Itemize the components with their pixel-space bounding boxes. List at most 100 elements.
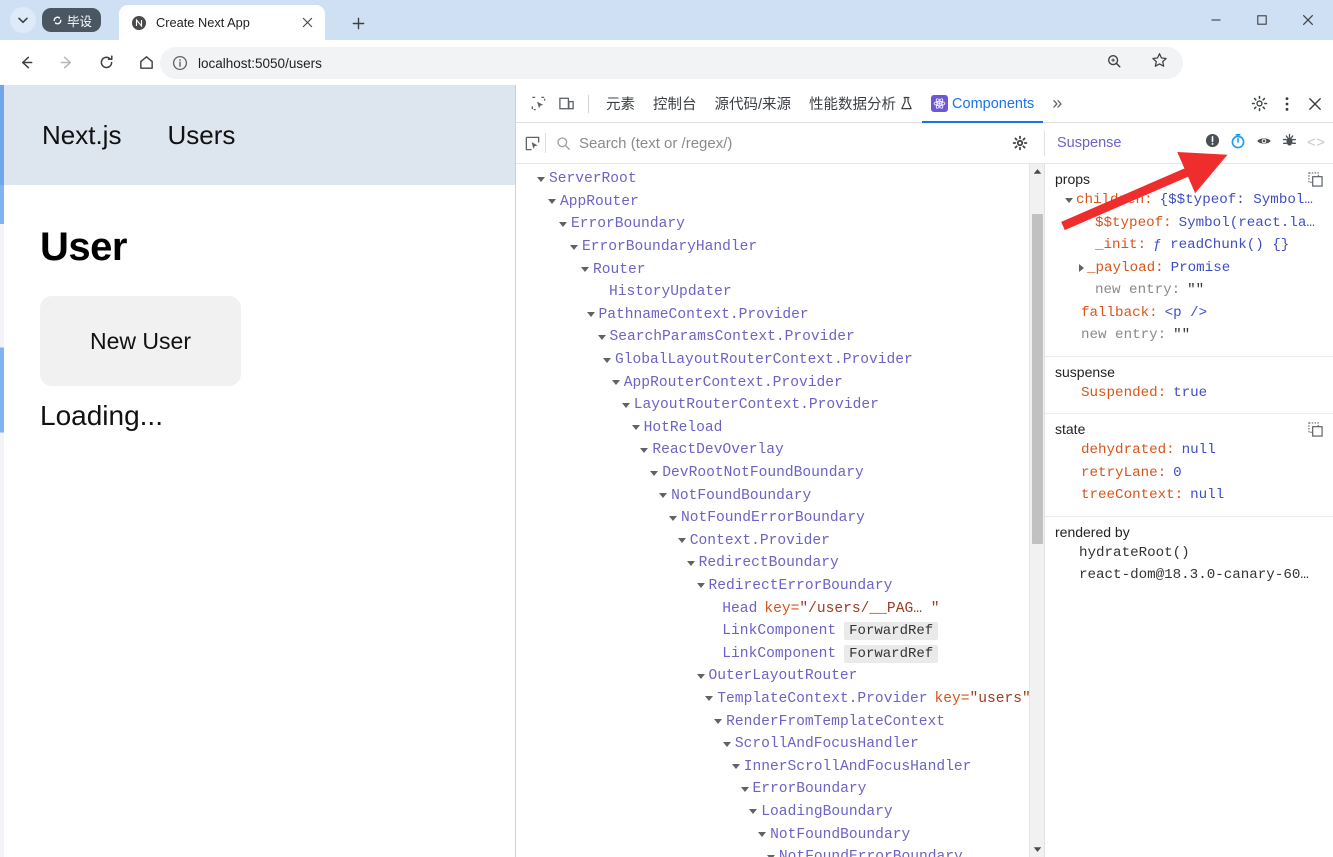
inspector-row[interactable]: new entry: "" [1055, 279, 1333, 302]
inspector-value[interactable]: Promise [1171, 260, 1231, 276]
tree-row[interactable]: OuterLayoutRouter [516, 665, 1044, 688]
tree-row[interactable]: LinkComponent ForwardRef [516, 642, 1044, 665]
tree-scrollbar[interactable] [1029, 164, 1044, 857]
inspector-value[interactable]: 0 [1173, 465, 1182, 481]
scrollbar-down-arrow-icon[interactable] [1030, 842, 1044, 857]
suspense-timer-icon[interactable] [1230, 133, 1246, 154]
tree-row[interactable]: RedirectErrorBoundary [516, 575, 1044, 598]
tree-row[interactable]: Context.Provider [516, 530, 1044, 553]
window-close-button[interactable] [1285, 0, 1331, 40]
tree-expand-arrow-icon[interactable] [731, 764, 740, 770]
bookmark-star-icon[interactable] [1151, 52, 1168, 74]
devtools-more-tabs-button[interactable]: » [1043, 85, 1071, 123]
tree-row[interactable]: ServerRoot [516, 168, 1044, 191]
inspector-value[interactable]: <p /> [1165, 305, 1208, 321]
nav-link-nextjs[interactable]: Next.js [42, 120, 121, 151]
tree-row[interactable]: NotFoundBoundary [516, 823, 1044, 846]
tree-expand-arrow-icon[interactable] [603, 357, 611, 363]
devtools-menu-icon[interactable] [1273, 90, 1301, 118]
inspector-expand-arrow-icon[interactable] [1079, 263, 1084, 272]
copy-props-icon[interactable] [1308, 172, 1323, 192]
tree-expand-arrow-icon[interactable] [559, 221, 567, 227]
zoom-icon[interactable] [1106, 53, 1122, 74]
site-info-icon[interactable] [172, 55, 188, 71]
tree-row[interactable]: ErrorBoundary [516, 778, 1044, 801]
inspector-value[interactable]: "" [1173, 327, 1190, 343]
tree-row[interactable]: RedirectBoundary [516, 552, 1044, 575]
window-minimize-button[interactable] [1193, 0, 1239, 40]
tree-expand-arrow-icon[interactable] [705, 696, 714, 702]
tab-close-icon[interactable] [297, 13, 317, 33]
tree-expand-arrow-icon[interactable] [722, 741, 731, 747]
tree-row[interactable]: ErrorBoundaryHandler [516, 236, 1044, 259]
tree-row[interactable]: ScrollAndFocusHandler [516, 733, 1044, 756]
rendered-by-item[interactable]: react-dom@18.3.0-canary-60… [1055, 564, 1333, 587]
tree-row[interactable]: LinkComponent ForwardRef [516, 620, 1044, 643]
inspector-row[interactable]: new entry: "" [1055, 324, 1333, 347]
inspector-row[interactable]: treeContext: null [1055, 484, 1333, 507]
tree-row[interactable]: Router [516, 258, 1044, 281]
inspector-value[interactable]: null [1190, 487, 1224, 503]
search-input[interactable] [579, 134, 999, 152]
nav-link-users[interactable]: Users [167, 120, 235, 151]
inspect-element-icon[interactable] [524, 90, 552, 118]
tree-row[interactable]: DevRootNotFoundBoundary [516, 462, 1044, 485]
inspector-expand-arrow-icon[interactable] [1065, 197, 1073, 203]
tree-row[interactable]: ReactDevOverlay [516, 439, 1044, 462]
inspector-row[interactable]: _init: ƒ readChunk() {} [1055, 234, 1333, 257]
inspector-row[interactable]: _payload: Promise [1055, 257, 1333, 280]
tree-expand-arrow-icon[interactable] [669, 515, 677, 521]
component-tree-pane[interactable]: ServerRoot AppRouter ErrorBoundary ErrorBou… [516, 164, 1044, 857]
tree-expand-arrow-icon[interactable] [677, 538, 686, 544]
tree-row[interactable]: GlobalLayoutRouterContext.Provider [516, 349, 1044, 372]
tree-row[interactable]: AppRouter [516, 191, 1044, 214]
devtools-tab-performance[interactable]: 性能数据分析 [800, 85, 922, 123]
tree-expand-arrow-icon[interactable] [714, 719, 723, 725]
home-button[interactable] [130, 47, 162, 79]
tree-expand-arrow-icon[interactable] [659, 493, 668, 499]
inspector-row[interactable]: retryLane: 0 [1055, 462, 1333, 485]
device-toolbar-icon[interactable] [552, 90, 580, 118]
window-maximize-button[interactable] [1239, 0, 1285, 40]
component-picker-icon[interactable] [524, 135, 541, 152]
tree-expand-arrow-icon[interactable] [611, 380, 620, 386]
tree-expand-arrow-icon[interactable] [537, 176, 545, 182]
eye-visibility-icon[interactable] [1256, 133, 1272, 154]
tree-expand-arrow-icon[interactable] [740, 786, 749, 792]
tree-row[interactable]: LayoutRouterContext.Provider [516, 394, 1044, 417]
tree-expand-arrow-icon[interactable] [586, 312, 595, 318]
inspector-value[interactable]: "" [1187, 282, 1204, 298]
devtools-settings-gear-icon[interactable] [1245, 90, 1273, 118]
inspector-row[interactable]: fallback: <p /> [1055, 302, 1333, 325]
forward-button[interactable] [50, 47, 82, 79]
tree-expand-arrow-icon[interactable] [548, 199, 556, 205]
tree-row[interactable]: TemplateContext.Provider key= "users" [516, 688, 1044, 711]
tree-expand-arrow-icon[interactable] [749, 809, 758, 815]
error-badge-icon[interactable] [1205, 133, 1220, 153]
devtools-close-icon[interactable] [1301, 90, 1329, 118]
tree-row[interactable]: SearchParamsContext.Provider [516, 326, 1044, 349]
address-bar[interactable]: localhost:5050/users [160, 47, 1170, 79]
back-button[interactable] [10, 47, 42, 79]
new-user-button[interactable]: New User [40, 296, 241, 386]
tree-row[interactable]: InnerScrollAndFocusHandler [516, 755, 1044, 778]
inspector-row[interactable]: Suspended: true [1055, 382, 1333, 405]
tree-row[interactable]: HotReload [516, 417, 1044, 440]
new-tab-button[interactable] [345, 10, 371, 36]
bug-debug-icon[interactable] [1282, 133, 1297, 153]
devtools-tab-console[interactable]: 控制台 [644, 85, 706, 123]
copy-state-icon[interactable] [1308, 422, 1323, 442]
devtools-tab-sources[interactable]: 源代码/来源 [706, 85, 801, 123]
tree-row[interactable]: NotFoundBoundary [516, 484, 1044, 507]
inspector-value[interactable]: ƒ readChunk() {} [1153, 237, 1289, 253]
inspector-value[interactable]: null [1182, 442, 1216, 458]
inspector-row[interactable]: dehydrated: null [1055, 439, 1333, 462]
scrollbar-up-arrow-icon[interactable] [1030, 164, 1044, 179]
browser-tab[interactable]: Create Next App [119, 5, 325, 40]
inspector-value[interactable]: {$$typeof: Symbol… [1160, 192, 1313, 208]
tree-expand-arrow-icon[interactable] [631, 425, 640, 431]
inspector-row[interactable]: $$typeof: Symbol(react.la… [1055, 212, 1333, 235]
tree-expand-arrow-icon[interactable] [597, 334, 606, 340]
tab-group-badge[interactable]: 毕设 [42, 8, 102, 32]
inspector-value[interactable]: true [1173, 385, 1207, 401]
